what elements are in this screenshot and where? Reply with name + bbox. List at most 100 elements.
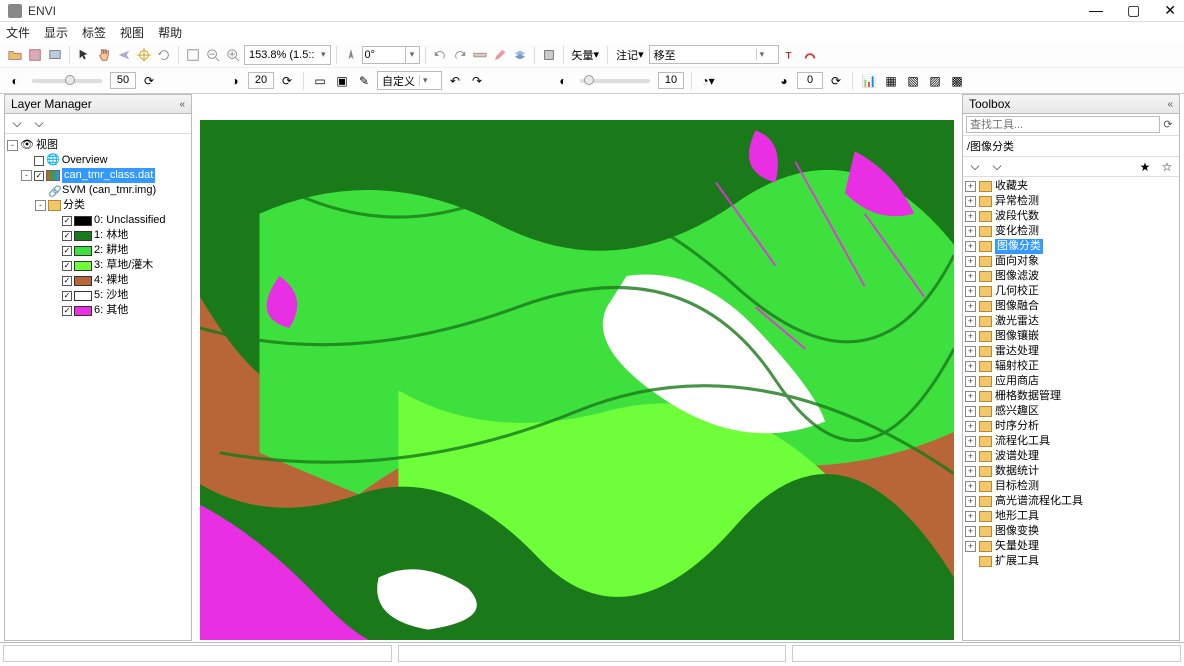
text-anno-icon[interactable]: T — [781, 46, 799, 64]
sharpen-value[interactable]: 10 — [658, 72, 684, 89]
alpha-value[interactable]: 0 — [797, 72, 823, 89]
chevron-down-icon[interactable]: ▾ — [321, 49, 326, 60]
menu-help[interactable]: 帮助 — [158, 24, 182, 41]
rect-roi2-icon[interactable]: ▣ — [333, 72, 351, 90]
custom-combo[interactable]: 自定义 ▾ — [377, 71, 442, 90]
toolbox-item[interactable]: 面向对象 — [995, 254, 1039, 269]
tbx-next-icon[interactable]: ⌵ — [988, 158, 1006, 176]
tree-toggle[interactable]: + — [965, 376, 976, 387]
tree-toggle[interactable]: + — [965, 286, 976, 297]
crosshair-icon[interactable] — [135, 46, 153, 64]
toolbox-item[interactable]: 雷达处理 — [995, 344, 1039, 359]
tree-toggle[interactable]: + — [965, 361, 976, 372]
toolbox-item[interactable]: 图像变换 — [995, 524, 1039, 539]
tree-toggle[interactable]: + — [965, 541, 976, 552]
checkbox[interactable] — [62, 246, 72, 256]
tree-toggle[interactable]: + — [965, 316, 976, 327]
stretch4-icon[interactable]: ▩ — [948, 72, 966, 90]
toolbox-item[interactable]: 变化检测 — [995, 224, 1039, 239]
redo-icon[interactable] — [451, 46, 469, 64]
toolbox-item[interactable]: 感兴趣区 — [995, 404, 1039, 419]
category-root-label[interactable]: 分类 — [63, 198, 85, 213]
zoom-input[interactable] — [249, 49, 321, 61]
class-label[interactable]: 2: 耕地 — [94, 243, 128, 258]
toolbox-item[interactable]: 扩展工具 — [995, 554, 1039, 569]
overview-label[interactable]: Overview — [62, 153, 108, 168]
cursor-icon[interactable] — [75, 46, 93, 64]
class-label[interactable]: 4: 裸地 — [94, 273, 128, 288]
toolbox-item[interactable]: 流程化工具 — [995, 434, 1050, 449]
refresh-icon[interactable]: ⟳ — [1160, 118, 1176, 131]
zoom-in-icon[interactable] — [224, 46, 242, 64]
toolbox-item[interactable]: 图像分类 — [995, 239, 1043, 254]
tree-toggle[interactable]: + — [965, 331, 976, 342]
measure-icon[interactable] — [471, 46, 489, 64]
goto-combo[interactable]: 移至 ▾ — [649, 45, 779, 64]
contrast-value[interactable]: 20 — [248, 72, 274, 89]
refresh-icon[interactable]: ⟳ — [140, 72, 158, 90]
tree-toggle[interactable]: + — [965, 271, 976, 282]
rotate-combo[interactable]: ▾ — [362, 46, 420, 64]
checkbox[interactable] — [62, 216, 72, 226]
menu-file[interactable]: 文件 — [6, 24, 30, 41]
toolbox-item[interactable]: 图像滤波 — [995, 269, 1039, 284]
tree-root-label[interactable]: 视图 — [36, 138, 58, 153]
chevron-down-icon[interactable]: ▾ — [406, 46, 420, 64]
tree-toggle[interactable]: + — [965, 181, 976, 192]
data-manager-icon[interactable] — [26, 46, 44, 64]
lm-prev-icon[interactable]: ⌵ — [8, 115, 26, 133]
checkbox[interactable] — [34, 171, 44, 181]
class-label[interactable]: 5: 沙地 — [94, 288, 128, 303]
menu-display[interactable]: 显示 — [44, 24, 68, 41]
toolbox-tree[interactable]: +收藏夹+异常检测+波段代数+变化检测+图像分类+面向对象+图像滤波+几何校正+… — [963, 177, 1179, 640]
freehand-icon[interactable]: ✎ — [355, 72, 373, 90]
zoom-extent-icon[interactable] — [184, 46, 202, 64]
tree-toggle[interactable]: + — [965, 436, 976, 447]
vector-dropdown-icon[interactable]: 矢量▾ — [569, 46, 603, 64]
rotate-input[interactable] — [362, 46, 406, 64]
favorite-icon[interactable]: ★ — [1136, 158, 1154, 176]
collapse-icon[interactable]: « — [1167, 99, 1173, 110]
undo2-icon[interactable]: ↶ — [446, 72, 464, 90]
maximize-button[interactable]: ▢ — [1127, 2, 1140, 19]
class-file-label[interactable]: can_tmr_class.dat — [62, 168, 155, 183]
toolbox-item[interactable]: 异常检测 — [995, 194, 1039, 209]
tree-toggle[interactable]: + — [965, 526, 976, 537]
toolbox-item[interactable]: 辐射校正 — [995, 359, 1039, 374]
tree-toggle[interactable]: + — [965, 211, 976, 222]
chevron-down-icon[interactable]: ▾ — [756, 49, 778, 60]
tree-toggle[interactable]: + — [965, 421, 976, 432]
toolbox-item[interactable]: 时序分析 — [995, 419, 1039, 434]
tree-toggle[interactable]: + — [965, 511, 976, 522]
toolbox-item[interactable]: 激光雷达 — [995, 314, 1039, 329]
menu-view[interactable]: 视图 — [120, 24, 144, 41]
checkbox[interactable] — [62, 291, 72, 301]
class-label[interactable]: 6: 其他 — [94, 303, 128, 318]
tree-toggle[interactable]: + — [965, 481, 976, 492]
pencil-icon[interactable] — [491, 46, 509, 64]
layers-icon[interactable] — [511, 46, 529, 64]
tree-toggle[interactable]: + — [965, 406, 976, 417]
tree-toggle[interactable]: + — [965, 391, 976, 402]
toolbox-item[interactable]: 目标检测 — [995, 479, 1039, 494]
tree-toggle[interactable]: + — [965, 496, 976, 507]
toolbox-item[interactable]: 矢量处理 — [995, 539, 1039, 554]
tree-toggle[interactable]: + — [965, 466, 976, 477]
svm-label[interactable]: SVM (can_tmr.img) — [62, 183, 156, 198]
close-button[interactable]: ✕ — [1164, 2, 1176, 19]
checkbox[interactable] — [62, 276, 72, 286]
chip-icon[interactable] — [540, 46, 558, 64]
zoom-combo[interactable]: ▾ — [244, 45, 331, 65]
toolbox-item[interactable]: 地形工具 — [995, 509, 1039, 524]
toolbox-item[interactable]: 波段代数 — [995, 209, 1039, 224]
brightness-slider[interactable] — [32, 79, 102, 83]
toolbox-item[interactable]: 数据统计 — [995, 464, 1039, 479]
toolbox-item[interactable]: 几何校正 — [995, 284, 1039, 299]
toolbox-item[interactable]: 图像融合 — [995, 299, 1039, 314]
hist-icon[interactable]: 📊 — [860, 72, 878, 90]
refresh3-icon[interactable]: ⟳ — [827, 72, 845, 90]
brightness-value[interactable]: 50 — [110, 72, 136, 89]
class-label[interactable]: 1: 林地 — [94, 228, 128, 243]
stretch2-icon[interactable]: ▧ — [904, 72, 922, 90]
redo2-icon[interactable]: ↷ — [468, 72, 486, 90]
